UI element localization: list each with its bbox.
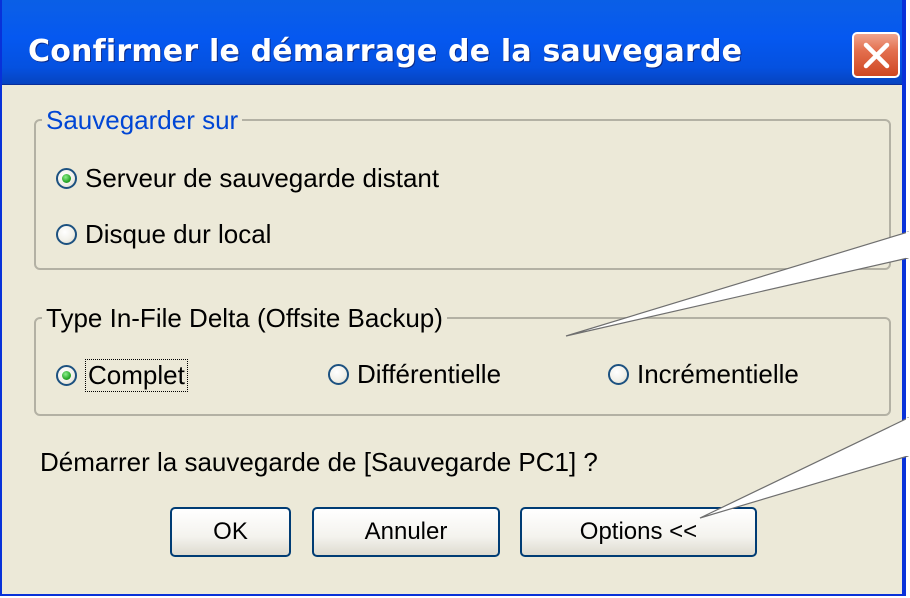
radio-full[interactable]: Complet bbox=[56, 359, 188, 392]
radio-full-label: Complet bbox=[85, 359, 188, 392]
radio-local-disk-label: Disque dur local bbox=[85, 219, 272, 249]
radio-checked-icon bbox=[56, 168, 77, 189]
backup-confirm-dialog: Confirmer le démarrage de la sauvegarde … bbox=[0, 0, 906, 596]
radio-incremental-label: Incrémentielle bbox=[637, 359, 799, 389]
radio-local-disk[interactable]: Disque dur local bbox=[56, 219, 271, 250]
radio-unchecked-icon bbox=[56, 224, 77, 245]
callout-edge bbox=[906, 418, 910, 456]
destination-legend: Sauvegarder sur bbox=[46, 105, 239, 135]
dialog-title: Confirmer le démarrage de la sauvegarde bbox=[28, 34, 743, 69]
callout-edge bbox=[906, 232, 910, 258]
radio-unchecked-icon bbox=[608, 364, 629, 385]
radio-remote-server[interactable]: Serveur de sauvegarde distant bbox=[56, 163, 439, 194]
radio-incremental[interactable]: Incrémentielle bbox=[608, 359, 799, 390]
ok-button[interactable]: OK bbox=[170, 507, 291, 557]
backup-type-legend: Type In-File Delta (Offsite Backup) bbox=[46, 303, 443, 333]
radio-remote-server-label: Serveur de sauvegarde distant bbox=[85, 163, 440, 193]
close-x-icon bbox=[863, 42, 890, 69]
options-toggle-button[interactable]: Options << bbox=[520, 507, 757, 557]
radio-differential-label: Différentielle bbox=[357, 359, 502, 389]
radio-differential[interactable]: Différentielle bbox=[328, 359, 501, 390]
title-bar[interactable]: Confirmer le démarrage de la sauvegarde bbox=[2, 0, 902, 85]
cancel-button[interactable]: Annuler bbox=[312, 507, 500, 557]
radio-unchecked-icon bbox=[328, 364, 349, 385]
confirm-question: Démarrer la sauvegarde de [Sauvegarde PC… bbox=[40, 447, 598, 477]
radio-checked-icon bbox=[56, 365, 77, 386]
close-button[interactable] bbox=[852, 32, 900, 78]
